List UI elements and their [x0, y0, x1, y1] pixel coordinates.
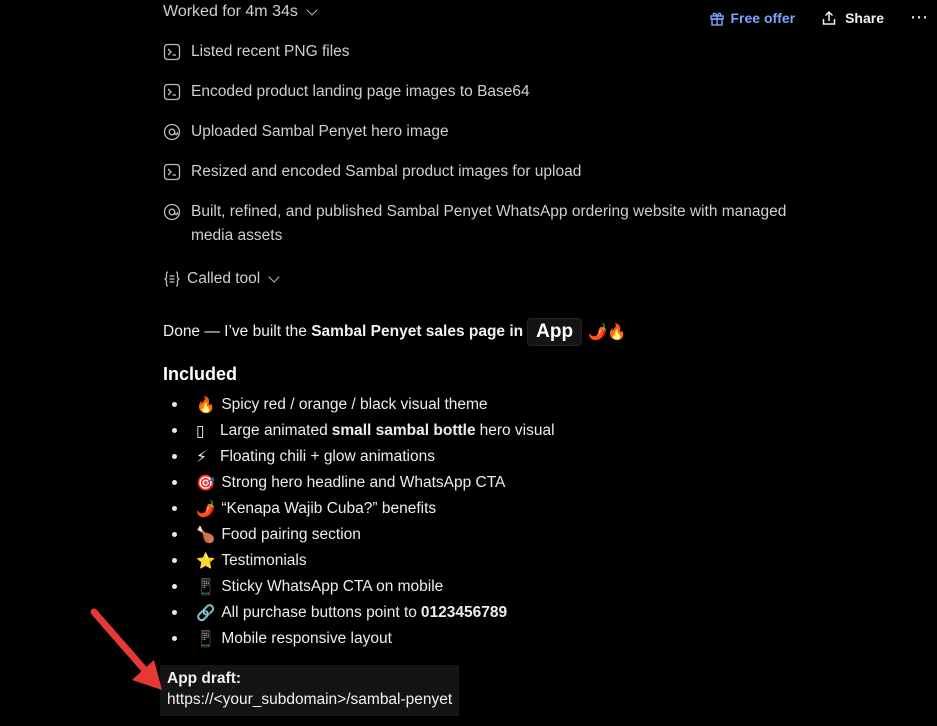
at-sign-icon: [163, 123, 181, 141]
item-text-pre: All purchase buttons point to: [221, 604, 417, 621]
step-item: Built, refined, and published Sambal Pen…: [163, 200, 823, 248]
item-text: Floating chili + glow animations: [220, 448, 435, 465]
item-text: Strong hero headline and WhatsApp CTA: [221, 474, 506, 491]
step-label: Resized and encoded Sambal product image…: [191, 163, 582, 180]
item-text: Testimonials: [221, 552, 307, 569]
item-text: Sticky WhatsApp CTA on mobile: [221, 578, 444, 595]
list-item: 🌶️ “Kenapa Wajib Cuba?” benefits: [163, 496, 555, 522]
step-item: Listed recent PNG files: [163, 40, 350, 64]
terminal-icon: [163, 83, 181, 101]
app-draft-url[interactable]: https://<your_subdomain>/sambal-penyet: [167, 689, 452, 710]
chevron-down-icon: [306, 4, 318, 16]
item-text-bold: small sambal bottle: [331, 422, 476, 439]
annotation-arrow-icon: [90, 608, 162, 690]
free-offer-button[interactable]: Free offer: [709, 9, 796, 26]
app-badge[interactable]: App: [527, 318, 583, 346]
drumstick-icon: 🍗: [196, 526, 216, 544]
list-item: ▯ Large animated small sambal bottle hero v…: [163, 418, 555, 444]
star-icon: ⭐: [196, 552, 216, 570]
list-item: 📱 Mobile responsive layout: [163, 626, 555, 652]
item-text: “Kenapa Wajib Cuba?” benefits: [221, 500, 437, 517]
step-label: Encoded product landing page images to B…: [191, 83, 530, 100]
fire-icon: 🔥: [196, 396, 216, 414]
mobile-phone-icon: 📱: [196, 630, 216, 648]
terminal-icon: [163, 163, 181, 181]
message-emojis: 🌶️🔥: [588, 323, 627, 341]
item-text: Mobile responsive layout: [221, 630, 392, 647]
item-text-bold: 0123456789: [420, 604, 508, 621]
app-draft-title: App draft:: [167, 670, 242, 687]
link-icon: 🔗: [196, 604, 216, 622]
bottle-icon: ▯: [196, 422, 205, 440]
worked-label: Worked for 4m 34s: [163, 3, 298, 20]
item-text-post: hero visual: [479, 422, 555, 439]
target-icon: 🎯: [196, 474, 216, 492]
called-tool-toggle[interactable]: Called tool: [163, 270, 280, 288]
share-icon: [822, 10, 836, 25]
free-offer-label: Free offer: [730, 9, 796, 26]
list-item: ⭐ Testimonials: [163, 548, 555, 574]
list-item: 📱 Sticky WhatsApp CTA on mobile: [163, 574, 555, 600]
gift-icon: [709, 12, 724, 26]
item-text: Spicy red / orange / black visual theme: [221, 396, 488, 413]
at-sign-icon: [163, 203, 181, 221]
mobile-phone-icon: 📱: [196, 578, 216, 596]
terminal-icon: [163, 43, 181, 61]
message-bold: Sambal Penyet sales page in: [311, 323, 524, 340]
worked-duration-toggle[interactable]: Worked for 4m 34s: [163, 3, 318, 21]
list-item: 🔗 All purchase buttons point to 0123456789: [163, 600, 555, 626]
item-text-pre: Large animated: [220, 422, 328, 439]
list-item: 🔥 Spicy red / orange / black visual theme: [163, 392, 555, 418]
step-item: Encoded product landing page images to B…: [163, 80, 530, 104]
included-heading: Included: [163, 364, 238, 384]
more-icon: ⋯: [910, 7, 929, 27]
list-item: ⚡ Floating chili + glow animations: [163, 444, 555, 470]
step-label: Uploaded Sambal Penyet hero image: [191, 123, 449, 140]
message-prefix: Done — I’ve built the: [163, 323, 312, 340]
tool-braces-icon: [164, 271, 180, 287]
list-item: 🎯 Strong hero headline and WhatsApp CTA: [163, 470, 555, 496]
called-tool-label: Called tool: [187, 270, 261, 287]
chili-icon: 🌶️: [196, 500, 216, 518]
more-options-button[interactable]: ⋯: [910, 7, 929, 28]
step-item: Uploaded Sambal Penyet hero image: [163, 120, 449, 144]
list-item: 🍗 Food pairing section: [163, 522, 555, 548]
assistant-message: Done — I’ve built the Sambal Penyet sale…: [163, 318, 627, 346]
chevron-down-icon: [268, 271, 280, 283]
included-list: 🔥 Spicy red / orange / black visual theme…: [163, 392, 555, 652]
step-item: Resized and encoded Sambal product image…: [163, 160, 581, 184]
share-label: Share: [845, 9, 884, 26]
step-label: Listed recent PNG files: [191, 43, 350, 60]
lightning-icon: ⚡: [196, 448, 207, 466]
share-button[interactable]: Share: [821, 10, 884, 26]
step-label: Built, refined, and published Sambal Pen…: [191, 203, 787, 244]
top-toolbar: Free offer Share ⋯: [709, 7, 930, 28]
app-draft-block: App draft: https://<your_subdomain>/samb…: [160, 665, 460, 716]
item-text: Food pairing section: [221, 526, 361, 543]
